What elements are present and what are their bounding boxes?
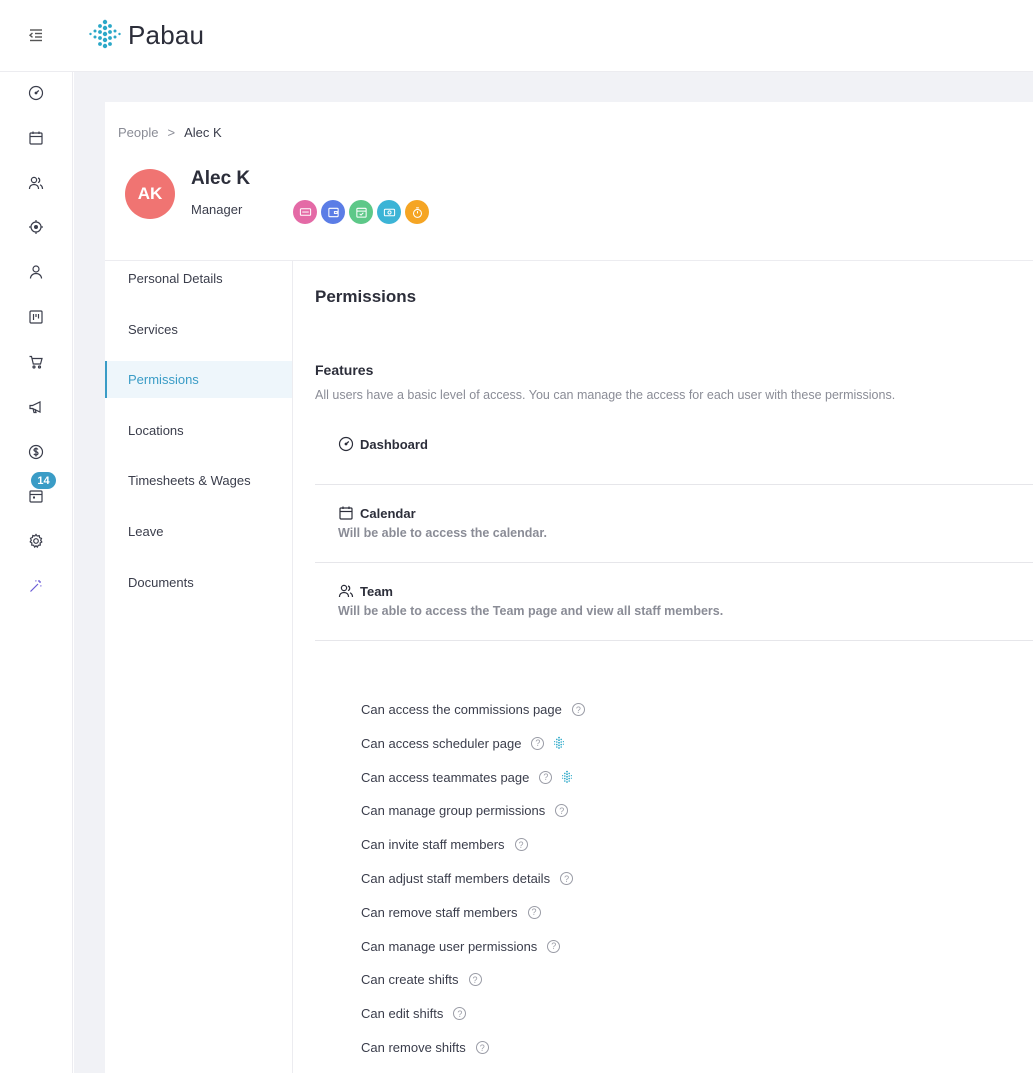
stopwatch-icon[interactable] (405, 200, 429, 224)
user-role: Manager (191, 202, 243, 217)
dashboard-icon (338, 436, 354, 452)
permission-row[interactable]: Can adjust staff members details? (361, 871, 574, 886)
pabau-feature-icon (552, 736, 566, 750)
pabau-logo-icon (89, 19, 121, 49)
magic-wand-icon[interactable] (26, 576, 46, 596)
feature-divider (315, 484, 1033, 485)
target-icon[interactable] (26, 217, 46, 237)
pabau-feature-icon (560, 770, 574, 784)
user-name: Alec K (191, 168, 251, 189)
permission-label: Can remove shifts (361, 1040, 466, 1055)
team-icon (338, 584, 354, 598)
permission-label: Can edit shifts (361, 1006, 444, 1022)
feature-name: Team (360, 583, 393, 599)
help-icon[interactable]: ? (475, 1041, 489, 1054)
avatar: AK (125, 169, 175, 219)
feature-description: Will be able to access the calendar. (338, 526, 548, 540)
subnav-permissions[interactable]: Permissions (105, 361, 292, 399)
notification-badge: 14 (31, 472, 56, 489)
cart-icon[interactable] (26, 352, 46, 372)
permission-row[interactable]: Can create shifts? (361, 972, 482, 987)
pabau-logo[interactable]: Pabau (88, 18, 204, 52)
permission-row[interactable]: Can manage user permissions? (361, 938, 561, 954)
wallet-icon[interactable] (321, 200, 345, 224)
help-icon[interactable]: ? (571, 703, 585, 716)
dollar-icon[interactable] (26, 442, 46, 462)
permission-row[interactable]: Can remove shifts? (361, 1040, 489, 1055)
team-icon[interactable] (26, 173, 46, 193)
permission-row[interactable]: Can remove staff members? (361, 905, 541, 920)
help-icon[interactable]: ? (531, 736, 545, 750)
features-title: Features (315, 362, 374, 378)
feature-name: Calendar (360, 505, 416, 521)
dashboard-icon[interactable] (26, 83, 46, 103)
help-icon[interactable]: ? (468, 973, 482, 987)
schedule-icon[interactable] (26, 486, 46, 506)
calendar-icon (339, 506, 353, 520)
sms-icon[interactable] (293, 200, 317, 224)
feature-calendar-header: Calendar (338, 505, 416, 521)
feature-team-header: Team (338, 583, 393, 599)
permission-label: Can access the commissions page (361, 702, 562, 717)
permission-label: Can manage user permissions (361, 938, 538, 954)
subnav-services[interactable]: Services (105, 311, 292, 348)
subnav-leave[interactable]: Leave (105, 513, 292, 550)
breadcrumb-separator: > (167, 125, 176, 140)
feature-description: Will be able to access the Team page and… (338, 604, 724, 618)
subnav-documents[interactable]: Documents (105, 564, 292, 601)
feature-name: Dashboard (360, 436, 428, 452)
person-icon[interactable] (26, 262, 46, 282)
permission-row[interactable]: Can access teammates page? (361, 770, 574, 785)
permission-row[interactable]: Can edit shifts? (361, 1006, 467, 1022)
help-icon[interactable]: ? (555, 804, 569, 818)
page-title: Permissions (315, 287, 417, 306)
help-icon[interactable]: ? (453, 1007, 467, 1021)
board-icon[interactable] (26, 307, 46, 327)
help-icon[interactable]: ? (547, 939, 561, 953)
features-description: All users have a basic level of access. … (315, 388, 896, 402)
logo-text: Pabau (128, 19, 205, 50)
feature-divider (315, 640, 1033, 641)
permission-label: Can manage group permissions (361, 803, 546, 819)
breadcrumb-people-link[interactable]: People (118, 125, 158, 140)
permission-row[interactable]: Can manage group permissions? (361, 803, 569, 819)
breadcrumb: People > Alec K (118, 125, 222, 140)
feature-divider (315, 562, 1033, 563)
subnav-divider (292, 261, 293, 1073)
help-icon[interactable]: ? (539, 770, 553, 784)
calendar-check-icon[interactable] (349, 200, 373, 224)
feature-dashboard-header: Dashboard (338, 436, 428, 452)
module-chips (293, 200, 429, 224)
calendar-icon[interactable] (26, 128, 46, 148)
profile-subnav: Personal Details Services Permissions Lo… (105, 261, 292, 614)
menu-collapse-icon[interactable] (26, 25, 46, 45)
permission-label: Can create shifts (361, 972, 459, 988)
help-icon[interactable]: ? (527, 905, 541, 919)
cash-icon[interactable] (377, 200, 401, 224)
permission-label: Can adjust staff members details (361, 871, 551, 886)
left-rail: 14 (0, 72, 73, 1073)
permission-label: Can access teammates page (361, 769, 530, 785)
help-icon[interactable]: ? (560, 872, 574, 885)
help-icon[interactable]: ? (514, 838, 528, 852)
breadcrumb-current: Alec K (184, 125, 222, 140)
permission-row[interactable]: Can invite staff members? (361, 837, 528, 852)
megaphone-icon[interactable] (26, 397, 46, 417)
top-bar: Pabau (0, 0, 1033, 72)
permission-row[interactable]: Can access the commissions page? (361, 702, 585, 717)
subnav-locations[interactable]: Locations (105, 412, 292, 449)
permission-label: Can invite staff members (361, 837, 505, 853)
gear-icon[interactable] (26, 531, 46, 551)
permission-label: Can remove staff members (361, 904, 518, 920)
subnav-timesheets-wages[interactable]: Timesheets & Wages (105, 462, 292, 499)
subnav-personal-details[interactable]: Personal Details (105, 260, 292, 297)
permission-label: Can access scheduler page (361, 735, 522, 751)
permission-row[interactable]: Can access scheduler page? (361, 736, 566, 751)
